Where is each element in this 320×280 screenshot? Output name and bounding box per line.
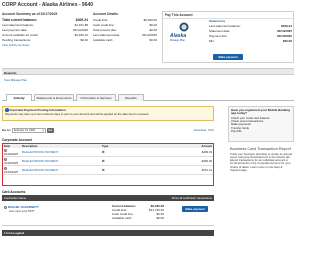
pay-row: Last statement balance: $409.24 bbox=[209, 24, 292, 28]
card-accounts-heading: Card Accounts bbox=[2, 190, 26, 194]
ad-list: Check your credit card balance Check rec… bbox=[231, 115, 270, 133]
pay-panel: Pay This Account Alaska Mileage Plan Sta… bbox=[162, 11, 294, 63]
cardholder-row: + RACHEL M BARNETT xxxx xxxx xxxx 5727 C… bbox=[2, 202, 214, 226]
go-button[interactable]: Go bbox=[46, 127, 54, 133]
report-title: Business Card Transaction Report bbox=[230, 146, 291, 151]
corporate-transactions: Date Description Type Amount + 02/02/202… bbox=[2, 143, 214, 186]
tab-statements[interactable]: Statements & Documents bbox=[34, 94, 74, 101]
notice-body: Payments may take up to two business day… bbox=[5, 112, 150, 116]
account-details: Account Details Credit limit: $5,000.00 C… bbox=[93, 12, 157, 62]
eskimo-logo-icon bbox=[179, 22, 189, 32]
payment-notice: i Important Payment Posting Information … bbox=[2, 106, 214, 121]
filter-label: Go to: bbox=[2, 128, 11, 132]
table-row[interactable]: + 02/02/2025 BA ELECTRONIC PAYMENT ⇄ -$4… bbox=[3, 148, 213, 157]
summary-rows: Total current balance: $409.24 Last state… bbox=[2, 18, 88, 42]
rewards-heading: Rewards bbox=[4, 70, 17, 75]
expand-icon[interactable]: + bbox=[4, 206, 7, 209]
summary-row: Last statement balance: $1,161.88 bbox=[2, 23, 88, 27]
statements-heading[interactable]: Statements bbox=[209, 19, 292, 23]
filter-row: Go to: February 14, 2025 ▾ Go Download Pr… bbox=[2, 126, 214, 134]
date-select[interactable]: February 14, 2025 ▾ bbox=[11, 127, 46, 133]
icon-legend-bar[interactable]: ▾ Icon Legend bbox=[2, 230, 214, 236]
tab-benefits[interactable]: Benefits bbox=[118, 94, 144, 101]
pay-row: Statement date: 02/13/2025 bbox=[209, 29, 292, 33]
summary-row: Last payment date: 02/14/2025 bbox=[2, 28, 88, 32]
statement-info: Statements Last statement balance: $409.2… bbox=[209, 19, 292, 44]
mileage-plan-link[interactable]: View Mileage Plan bbox=[4, 78, 27, 82]
page-title: CORP Account - Alaska Airlines - 9640 bbox=[2, 2, 94, 8]
summary-row: Total current balance: $409.24 bbox=[2, 18, 88, 22]
chevron-down-icon: ▾ bbox=[42, 128, 44, 132]
print-link[interactable]: Print bbox=[208, 128, 214, 132]
card-accounts-header: Cardholder Name Show all cardholder tran… bbox=[2, 195, 214, 201]
rewards-bar: Rewards bbox=[2, 68, 294, 75]
payment-type-icon: ⇄ bbox=[102, 168, 105, 172]
summary-row: Pending transactions: $0.00 bbox=[2, 38, 88, 42]
download-link[interactable]: Download bbox=[194, 128, 206, 132]
pay-row: Payment due: 03/10/2025 bbox=[209, 34, 292, 38]
card-row: Available cash: $0.00 bbox=[112, 216, 164, 220]
summary-heading: Account Summary as of 02/17/2025 bbox=[2, 12, 58, 16]
transaction-report-ad: Business Card Transaction Report Track y… bbox=[228, 146, 294, 221]
ad-title: Have you registered your Mobile Banking … bbox=[231, 108, 291, 116]
card-balances: Current balance: $6,466.06 Credit limit: $… bbox=[112, 204, 164, 220]
alaska-logo: Alaska Mileage Plan bbox=[167, 21, 203, 45]
pay-row: Min: $25.00 bbox=[209, 39, 292, 43]
make-payment-card-button[interactable]: Make payment bbox=[182, 206, 208, 212]
card-number: xxxx xxxx xxxx 5727 bbox=[9, 209, 35, 213]
details-row: Available cash: $0.00 bbox=[93, 38, 157, 42]
table-row[interactable]: + 01/30/2025 BA ELECTRONIC PAYMENT ⇄ -$2… bbox=[3, 156, 213, 166]
payment-type-icon: ⇄ bbox=[102, 159, 105, 163]
logo-subtext: Mileage Plan bbox=[170, 38, 185, 42]
table-row[interactable]: + 01/15/2025 BA ELECTRONIC PAYMENT ⇄ -$7… bbox=[3, 165, 213, 175]
activity-summary-link[interactable]: View activity summary bbox=[2, 43, 88, 47]
show-all-transactions-link[interactable]: Show all cardholder transactions bbox=[172, 196, 212, 200]
account-summary: Account Summary as of 02/17/2025 Total c… bbox=[2, 12, 88, 62]
tab-activity[interactable]: Activity bbox=[6, 94, 32, 101]
details-row: Cash credit line: $0.00 bbox=[93, 23, 157, 27]
details-row: Total amount due: $0.00 bbox=[93, 28, 157, 32]
corporate-heading: Corporate Account bbox=[2, 138, 32, 142]
details-row: Credit limit: $5,000.00 bbox=[93, 18, 157, 22]
pay-heading: Pay This Account bbox=[163, 12, 293, 19]
make-payment-button[interactable]: Make payment bbox=[213, 54, 243, 60]
report-body: Track your business spending or create a… bbox=[230, 151, 292, 173]
details-heading: Account Details bbox=[93, 12, 118, 16]
tab-information[interactable]: Information & Services bbox=[76, 94, 116, 101]
details-row: Last statement date: 02/13/2025 bbox=[93, 33, 157, 37]
mobile-banking-ad: Have you registered your Mobile Banking … bbox=[228, 106, 294, 142]
tab-bar: Activity Statements & Documents Informat… bbox=[2, 94, 294, 101]
summary-row: Amount available for credit: $4,930.22 bbox=[2, 33, 88, 37]
payment-type-icon: ⇄ bbox=[102, 150, 105, 154]
cardholder-info: + RACHEL M BARNETT xxxx xxxx xxxx 5727 bbox=[4, 205, 39, 213]
